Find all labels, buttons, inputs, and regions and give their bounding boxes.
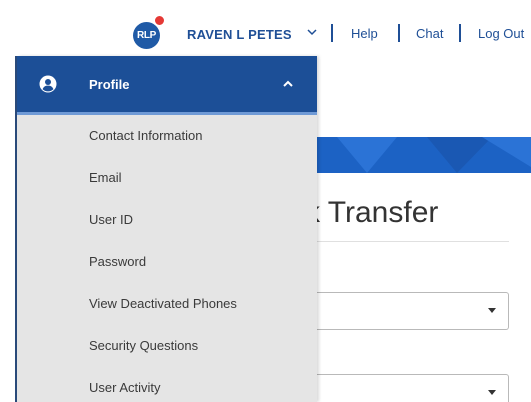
profile-menu-header[interactable]: Profile — [17, 56, 317, 112]
page-title: k Transfer — [305, 196, 439, 229]
hero-banner — [317, 137, 531, 173]
chevron-down-icon[interactable] — [306, 26, 318, 40]
from-account-select[interactable] — [317, 292, 509, 330]
help-link[interactable]: Help — [351, 26, 378, 41]
divider — [398, 24, 400, 42]
profile-menu: Profile Contact Information Email User I… — [17, 56, 317, 402]
menu-item-user-id[interactable]: User ID — [17, 199, 317, 241]
profile-menu-items: Contact Information Email User ID Passwo… — [17, 115, 317, 402]
logout-link[interactable]: Log Out — [478, 26, 524, 41]
user-avatar[interactable]: RLP — [133, 22, 160, 49]
menu-item-user-activity[interactable]: User Activity — [17, 367, 317, 402]
menu-item-email[interactable]: Email — [17, 157, 317, 199]
menu-item-contact-information[interactable]: Contact Information — [17, 115, 317, 157]
divider — [459, 24, 461, 42]
user-bar: RLP RAVEN L PETES Help Chat Log Out — [0, 0, 531, 58]
notification-dot — [154, 15, 165, 26]
caret-down-icon — [488, 390, 496, 395]
menu-item-password[interactable]: Password — [17, 241, 317, 283]
caret-down-icon — [488, 308, 496, 313]
app-page: RLP RAVEN L PETES Help Chat Log Out k Tr… — [0, 0, 531, 402]
profile-menu-title: Profile — [89, 77, 130, 92]
user-name-button[interactable]: RAVEN L PETES — [187, 27, 292, 42]
divider — [331, 24, 333, 42]
user-circle-icon — [39, 75, 57, 93]
avatar-initials: RLP — [136, 30, 157, 41]
to-account-select[interactable] — [317, 374, 509, 402]
menu-item-view-deactivated-phones[interactable]: View Deactivated Phones — [17, 283, 317, 325]
menu-item-security-questions[interactable]: Security Questions — [17, 325, 317, 367]
heading-divider — [317, 241, 509, 242]
chevron-up-icon[interactable] — [281, 77, 295, 91]
chat-link[interactable]: Chat — [416, 26, 443, 41]
